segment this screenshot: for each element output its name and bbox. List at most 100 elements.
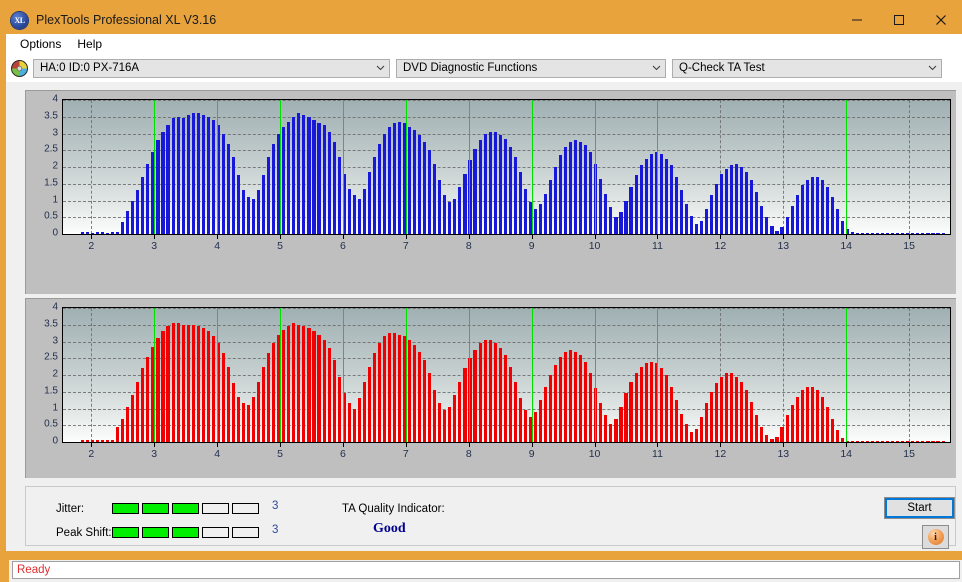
chart-bar <box>931 441 935 442</box>
x-axis-tick-label: 5 <box>277 448 283 460</box>
gridline-vertical <box>783 100 785 234</box>
chart-bar <box>458 381 462 442</box>
chart-bar <box>453 198 457 234</box>
test-select[interactable]: Q-Check TA Test <box>672 58 942 78</box>
chart-bar <box>201 115 205 234</box>
chart-bar <box>423 359 427 442</box>
chart-bar <box>483 339 487 442</box>
chart-bar <box>629 381 633 442</box>
chart-bar <box>302 326 306 442</box>
chart-bar <box>362 381 366 442</box>
chart-bar <box>891 233 895 234</box>
chart-bar <box>488 339 492 442</box>
chart-bar <box>674 177 678 234</box>
chart-bar <box>906 232 910 234</box>
chart-bar <box>80 440 85 442</box>
chart-bar <box>453 395 457 442</box>
session-marker-line <box>154 100 156 234</box>
chart-bar <box>186 324 190 442</box>
xl-disc-icon: XL <box>11 11 28 29</box>
chart-bar <box>397 121 402 234</box>
session-marker-line <box>405 100 407 234</box>
y-axis-tick-label: 3.5 <box>44 318 58 330</box>
chart-bar <box>221 353 225 442</box>
meter-segment <box>112 503 139 514</box>
chart-bar <box>317 123 321 234</box>
chart-bar <box>775 436 779 442</box>
chart-bar <box>730 373 734 442</box>
maximize-icon[interactable] <box>878 6 920 34</box>
y-axis-tick-label: 3 <box>52 335 58 346</box>
session-marker-line <box>846 100 848 234</box>
chart-bar <box>609 423 613 442</box>
chart-bar <box>840 220 844 234</box>
chart-bar <box>181 118 185 234</box>
chart-bar <box>166 326 170 442</box>
chart-bar <box>332 141 336 234</box>
peak-shift-label: Peak Shift: <box>56 527 112 539</box>
menu-item-help[interactable]: Help <box>69 35 110 53</box>
chart-bar <box>810 386 814 442</box>
chart-bar <box>664 375 668 442</box>
menu-item-options[interactable]: Options <box>12 35 69 53</box>
meter-segment <box>202 527 229 538</box>
chart-bar <box>720 376 724 442</box>
chart-panel-land: 0 0.5 1 1.5 2 2.5 3 3.5 4 2 3 4 5 6 7 8 9 10 11 12 13 14 15 <box>25 90 956 294</box>
function-select[interactable]: DVD Diagnostic Functions <box>396 58 666 78</box>
chart-bar <box>438 403 442 442</box>
chart-bar <box>196 113 200 234</box>
chart-bar <box>508 146 512 234</box>
y-axis-tick-label: 2.5 <box>44 143 58 155</box>
chart-bar <box>745 390 749 442</box>
x-axis-tick-label: 10 <box>588 448 601 460</box>
chart-bar <box>161 131 165 234</box>
y-axis-tick-label: 4 <box>52 301 58 313</box>
gridline-vertical <box>909 308 911 442</box>
y-axis-tick-label: 0.5 <box>44 210 58 222</box>
x-axis-tick-label: 3 <box>151 448 158 460</box>
y-axis-tick-label: 1 <box>52 194 58 205</box>
chart-bar <box>101 440 105 442</box>
chart-bar <box>825 406 829 442</box>
chart-bar <box>564 351 568 442</box>
chart-bar <box>825 187 829 234</box>
window-title: PlexTools Professional XL V3.16 <box>36 13 217 27</box>
chart-bar <box>493 343 497 442</box>
y-axis-labels: 0 0.5 1 1.5 2 2.5 3 3.5 4 <box>26 299 61 478</box>
chart-bar <box>438 180 442 234</box>
chart-bar <box>931 233 935 234</box>
chart-bar <box>941 233 945 234</box>
chart-bar <box>211 336 215 442</box>
chart-bar <box>554 364 558 442</box>
chart-bar <box>257 190 261 234</box>
chart-bar <box>327 131 331 234</box>
y-axis-tick-label: 2.5 <box>44 351 58 363</box>
chart-bar <box>498 135 502 234</box>
chart-bar <box>866 440 870 442</box>
chart-bar <box>428 373 432 442</box>
chart-bar <box>322 339 326 442</box>
y-axis-tick-label: 0.5 <box>44 418 58 430</box>
chart-bar <box>569 141 573 234</box>
chart-bar <box>699 416 704 442</box>
chart-bar <box>876 232 880 234</box>
chart-bar <box>116 232 120 234</box>
chart-bar <box>367 366 371 442</box>
chart-bar <box>881 233 885 234</box>
y-axis-tick-label: 1 <box>52 402 58 413</box>
x-axis: 2 3 4 5 6 7 8 9 10 11 12 13 14 15 <box>63 235 950 255</box>
start-button[interactable]: Start <box>884 497 955 519</box>
selector-toolbar: HA:0 ID:0 PX-716A DVD Diagnostic Functio… <box>6 54 962 82</box>
drive-select[interactable]: HA:0 ID:0 PX-716A <box>33 58 390 78</box>
gridline-vertical <box>91 100 93 234</box>
info-button[interactable]: i <box>922 525 949 549</box>
chart-bar <box>262 175 266 234</box>
session-marker-line <box>468 100 470 234</box>
minimize-icon[interactable] <box>836 6 878 34</box>
chart-bar <box>704 403 709 442</box>
chart-bar <box>131 200 135 234</box>
chart-bar <box>901 441 905 442</box>
chart-bar <box>236 396 241 442</box>
close-icon[interactable] <box>920 6 962 34</box>
chart-bar <box>297 324 301 442</box>
